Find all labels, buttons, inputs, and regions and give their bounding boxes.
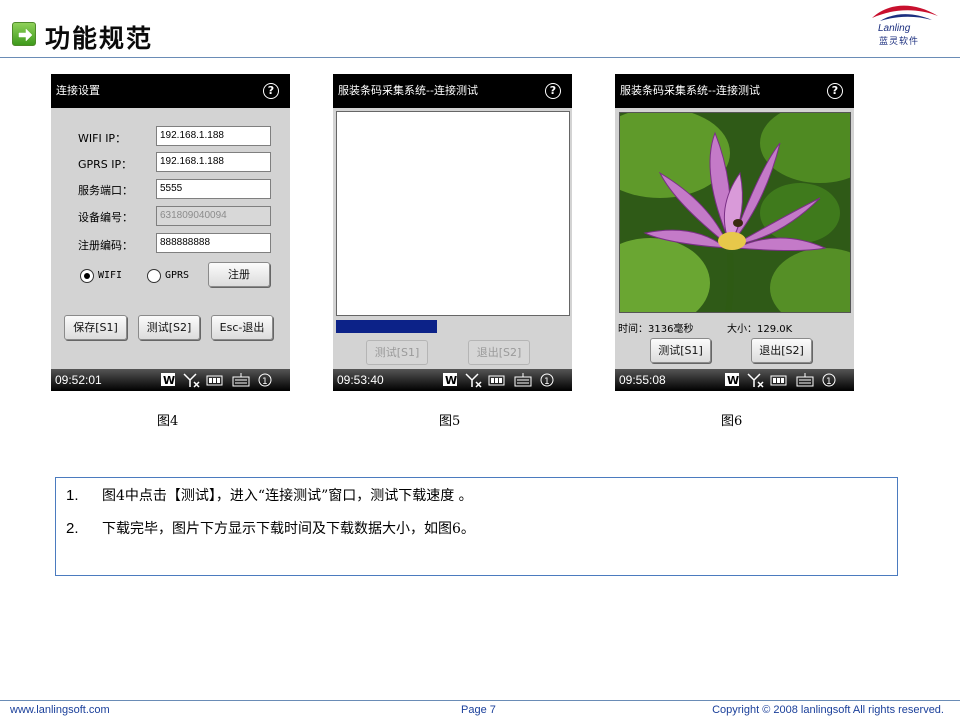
gprs-ip-input[interactable]: 192.168.1.188 — [156, 152, 271, 172]
status-icons: W 1 — [443, 373, 554, 388]
download-area — [336, 111, 570, 316]
register-button[interactable]: 注册 — [208, 262, 270, 287]
exit-button[interactable]: 退出[S2] — [751, 338, 812, 363]
titlebar: 服装条码采集系统--连接测试 ? — [333, 74, 572, 108]
titlebar: 服装条码采集系统--连接测试 ? — [615, 74, 854, 108]
footer-divider — [0, 700, 960, 701]
battery-icon — [206, 375, 223, 386]
status-icons: W 1 — [725, 373, 836, 388]
caption-figure-6: 图6 — [721, 414, 743, 429]
download-time: 时间：3136毫秒 — [618, 324, 694, 335]
notes-box: 1. 图4中点击【测试】，进入“连接测试”窗口，测试下载速度 。 2. 下载完毕，图… — [55, 477, 898, 576]
titlebar: 连接设置 ? — [51, 74, 290, 108]
window-title: 服装条码采集系统--连接测试 — [620, 84, 760, 97]
help-icon[interactable]: ? — [545, 83, 561, 99]
battery-icon — [488, 375, 505, 386]
figure-5-screen: 服装条码采集系统--连接测试 ? 测试[S1] 退出[S2] 09:53:40 … — [333, 74, 572, 391]
logo-chinese: 蓝灵软件 — [879, 37, 920, 47]
window-title: 服装条码采集系统--连接测试 — [338, 84, 478, 97]
note-number: 2. — [66, 520, 79, 537]
register-code-label: 注册编码： — [78, 239, 133, 252]
download-size: 大小：129.0K — [727, 324, 793, 335]
exit-button[interactable]: 退出[S2] — [468, 340, 530, 365]
figure-6-screen: 服装条码采集系统--连接测试 ? 时间：3136毫秒 大小：129.0K 测试[… — [615, 74, 854, 391]
notification-icon: 1 — [540, 373, 554, 387]
signal-off-icon — [747, 373, 764, 388]
keyboard-icon — [232, 373, 250, 387]
status-bar: 09:53:40 W 1 — [333, 369, 572, 391]
windows-flag-icon: W — [725, 373, 739, 387]
signal-off-icon — [183, 373, 200, 388]
wifi-ip-input[interactable]: 192.168.1.188 — [156, 126, 271, 146]
notification-icon: 1 — [822, 373, 836, 387]
status-bar: 09:52:01 W 1 — [51, 369, 290, 391]
caption-figure-5: 图5 — [439, 414, 461, 429]
footer-page-number: Page 7 — [461, 704, 496, 716]
gprs-ip-label: GPRS IP： — [78, 158, 133, 171]
download-progress-bar — [336, 320, 570, 333]
window-title: 连接设置 — [56, 84, 100, 97]
battery-icon — [770, 375, 787, 386]
caption-figure-4: 图4 — [157, 414, 179, 429]
clock: 09:55:08 — [619, 373, 666, 387]
svg-text:1: 1 — [262, 377, 268, 387]
device-id-label: 设备编号： — [78, 211, 133, 224]
signal-off-icon — [465, 373, 482, 388]
port-input[interactable]: 5555 — [156, 179, 271, 199]
gprs-radio[interactable] — [147, 269, 161, 283]
register-code-input[interactable]: 888888888 — [156, 233, 271, 253]
wifi-radio-label: WIFI — [98, 270, 123, 281]
downloaded-lotus-image — [619, 112, 851, 313]
keyboard-icon — [514, 373, 532, 387]
svg-text:W: W — [445, 374, 457, 387]
clock: 09:52:01 — [55, 373, 102, 387]
esc-exit-button[interactable]: Esc-退出 — [211, 315, 273, 340]
save-button[interactable]: 保存[S1] — [64, 315, 127, 340]
note-item: 1. 图4中点击【测试】，进入“连接测试”窗口，测试下载速度 。 — [66, 485, 473, 505]
keyboard-icon — [796, 373, 814, 387]
wifi-ip-label: WIFI IP： — [78, 132, 127, 145]
port-label: 服务端口： — [78, 184, 133, 197]
svg-text:1: 1 — [544, 377, 550, 387]
test-button[interactable]: 测试[S1] — [650, 338, 711, 363]
wifi-radio[interactable] — [80, 269, 94, 283]
svg-text:W: W — [163, 374, 175, 387]
test-button[interactable]: 测试[S2] — [138, 315, 200, 340]
status-bar: 09:55:08 W 1 — [615, 369, 854, 391]
note-item: 2. 下载完毕，图片下方显示下载时间及下载数据大小，如图6。 — [66, 518, 475, 538]
windows-flag-icon: W — [161, 373, 175, 387]
title-arrow-icon — [12, 22, 36, 46]
logo-name: Lanling — [878, 23, 911, 34]
svg-text:1: 1 — [826, 377, 832, 387]
device-id-input: 631809040094 — [156, 206, 271, 226]
test-button[interactable]: 测试[S1] — [366, 340, 428, 365]
windows-flag-icon: W — [443, 373, 457, 387]
notification-icon: 1 — [258, 373, 272, 387]
note-text: 下载完毕，图片下方显示下载时间及下载数据大小，如图6。 — [102, 521, 475, 537]
help-icon[interactable]: ? — [263, 83, 279, 99]
clock: 09:53:40 — [337, 373, 384, 387]
gprs-radio-label: GPRS — [165, 270, 190, 281]
svg-text:W: W — [727, 374, 739, 387]
note-number: 1. — [66, 487, 79, 504]
header-divider — [0, 57, 960, 58]
footer-copyright: Copyright © 2008 lanlingsoft All rights … — [712, 704, 944, 716]
status-icons: W 1 — [161, 373, 272, 388]
note-text: 图4中点击【测试】，进入“连接测试”窗口，测试下载速度 。 — [102, 488, 473, 504]
footer-website: www.lanlingsoft.com — [10, 704, 110, 716]
download-progress-fill — [336, 320, 437, 333]
help-icon[interactable]: ? — [827, 83, 843, 99]
slide-title: 功能规范 — [45, 24, 154, 53]
figure-4-screen: 连接设置 ? WIFI IP： 192.168.1.188 GPRS IP： 1… — [51, 74, 290, 391]
